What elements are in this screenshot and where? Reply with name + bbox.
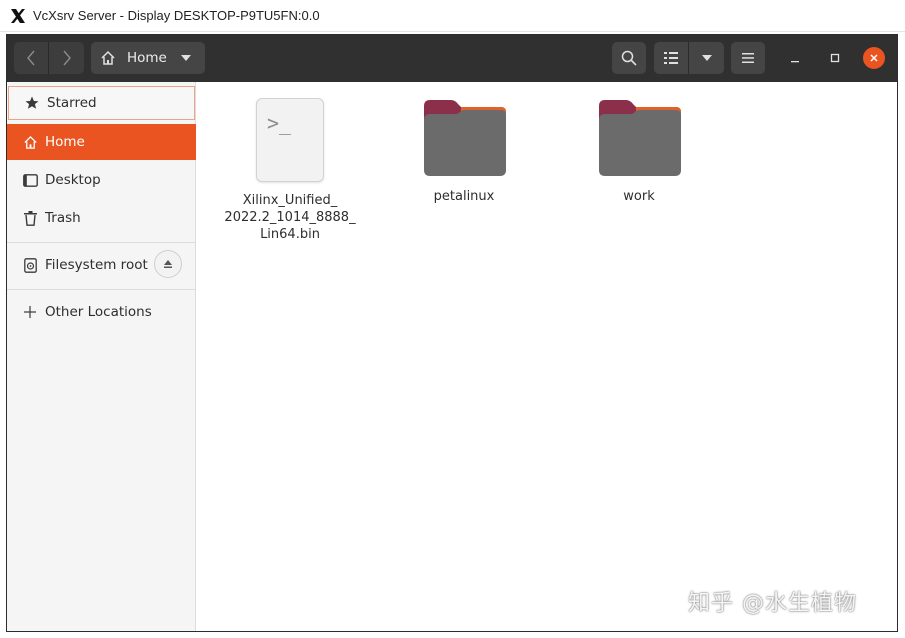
path-label: Home: [127, 50, 167, 66]
chevron-right-icon: [62, 50, 72, 66]
search-button[interactable]: [612, 42, 646, 74]
maximize-icon: [830, 53, 840, 63]
minimize-icon: [790, 53, 800, 63]
folder-icon: [421, 98, 507, 178]
sidebar-item-desktop[interactable]: Desktop: [7, 162, 196, 198]
desktop-icon: [21, 171, 39, 189]
file-name: work: [569, 188, 709, 205]
close-icon: [869, 53, 879, 63]
search-icon: [621, 50, 637, 66]
sidebar-divider: [7, 289, 196, 290]
host-window-titlebar: VcXsrv Server - Display DESKTOP-P9TU5FN:…: [0, 0, 905, 32]
places-sidebar: Starred Home Desktop Trash: [7, 82, 196, 631]
terminal-script-icon: >_: [256, 98, 324, 182]
file-item[interactable]: >_ Xilinx_Unified_ 2022.2_1014_8888_ Lin…: [220, 98, 360, 243]
sidebar-item-label: Other Locations: [45, 304, 152, 320]
sidebar-item-starred[interactable]: Starred: [8, 86, 195, 120]
file-view: >_ Xilinx_Unified_ 2022.2_1014_8888_ Lin…: [197, 82, 897, 631]
view-options: [654, 42, 724, 74]
trash-icon: [21, 209, 39, 227]
location-path-button[interactable]: Home: [91, 42, 205, 74]
list-view-icon: [664, 52, 678, 64]
sidebar-item-trash[interactable]: Trash: [7, 200, 196, 236]
folder-icon: [596, 98, 682, 178]
sidebar-item-label: Trash: [45, 210, 81, 226]
sidebar-item-label: Starred: [47, 95, 97, 111]
caret-down-icon: [181, 55, 191, 61]
list-view-button[interactable]: [654, 42, 689, 74]
forward-button[interactable]: [49, 42, 84, 74]
navigation-buttons: [14, 42, 84, 74]
hamburger-menu-icon: [742, 53, 754, 63]
close-button[interactable]: [863, 47, 885, 69]
main-menu-button[interactable]: [731, 42, 765, 74]
sidebar-item-home[interactable]: Home: [7, 124, 196, 160]
eject-icon: [163, 259, 173, 269]
watermark: 知乎 @水生植物: [688, 585, 857, 617]
sidebar-item-label: Home: [45, 134, 85, 150]
file-name: Xilinx_Unified_ 2022.2_1014_8888_ Lin64.…: [220, 192, 360, 243]
sidebar-item-filesystem-root[interactable]: Filesystem root: [7, 247, 196, 283]
folder-item[interactable]: petalinux: [394, 98, 534, 205]
caret-down-icon: [702, 55, 712, 61]
eject-button[interactable]: [154, 250, 182, 278]
sidebar-item-label: Desktop: [45, 172, 101, 188]
maximize-button[interactable]: [823, 46, 847, 70]
chevron-left-icon: [26, 50, 36, 66]
headerbar: Home: [7, 35, 897, 82]
file-manager-window: Home: [6, 34, 898, 632]
file-name: petalinux: [394, 188, 534, 205]
star-icon: [23, 94, 41, 112]
sidebar-item-other-locations[interactable]: Other Locations: [7, 294, 196, 330]
x-server-logo-icon: [9, 7, 27, 25]
folder-item[interactable]: work: [569, 98, 709, 205]
back-button[interactable]: [14, 42, 49, 74]
home-icon: [21, 133, 39, 151]
sidebar-item-label: Filesystem root: [45, 257, 148, 273]
plus-icon: [21, 303, 39, 321]
host-window-title: VcXsrv Server - Display DESKTOP-P9TU5FN:…: [33, 8, 320, 23]
minimize-button[interactable]: [783, 46, 807, 70]
home-icon: [100, 50, 116, 66]
sidebar-divider: [7, 242, 196, 243]
drive-icon: [21, 256, 39, 274]
view-options-dropdown[interactable]: [689, 42, 724, 74]
